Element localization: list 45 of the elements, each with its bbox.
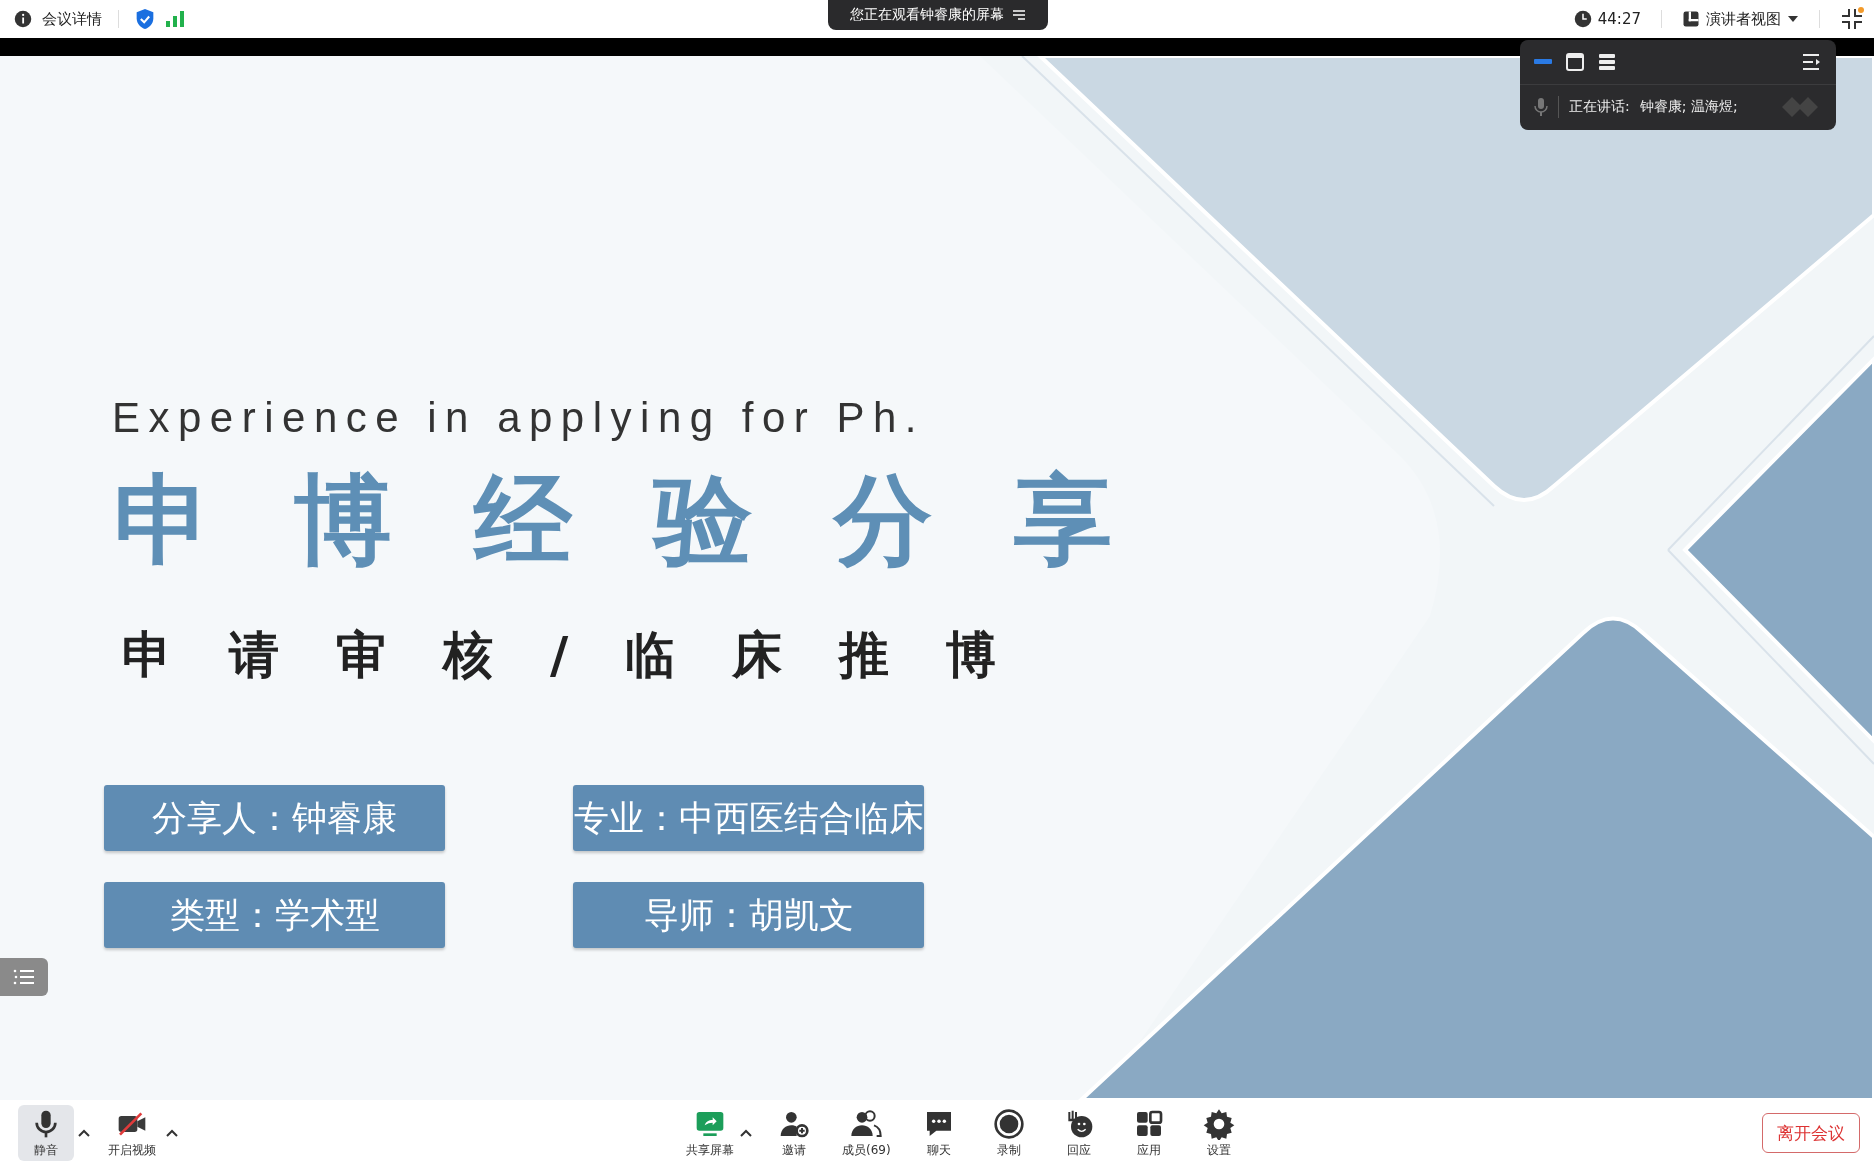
list-view-icon[interactable] <box>1598 53 1616 71</box>
info-label: 类型：学术型 <box>104 882 445 948</box>
speaking-label: 正在讲话: <box>1569 98 1630 116</box>
screen-share-banner[interactable]: 您正在观看钟睿康的屏幕 <box>828 0 1048 30</box>
shield-icon[interactable] <box>135 8 155 30</box>
record-icon <box>992 1107 1025 1140</box>
react-button[interactable]: 回应 <box>1050 1105 1107 1161</box>
apps-button[interactable]: 应用 <box>1120 1105 1177 1161</box>
collapse-panel-icon[interactable] <box>1802 53 1822 71</box>
settings-icon <box>1202 1107 1235 1140</box>
share-button[interactable]: 共享屏幕 <box>680 1105 740 1161</box>
caret-icon[interactable] <box>166 1129 178 1137</box>
outline-button[interactable] <box>0 958 48 996</box>
meeting-timer: 44:27 <box>1597 10 1641 28</box>
video-off-button[interactable]: 开启视频 <box>102 1105 162 1161</box>
minimize-icon[interactable] <box>1534 59 1552 65</box>
invite-button[interactable]: 邀请 <box>766 1105 822 1161</box>
chat-button[interactable]: 聊天 <box>910 1105 967 1161</box>
signal-icon[interactable] <box>165 10 185 28</box>
exit-fullscreen-icon[interactable] <box>1840 7 1864 31</box>
record-button[interactable]: 录制 <box>980 1105 1037 1161</box>
list-icon <box>13 969 35 985</box>
info-label: 导师：胡凯文 <box>573 882 924 948</box>
speaker-names: 钟睿康; 温海煜; <box>1639 98 1738 116</box>
people-icon <box>850 1107 883 1140</box>
slide-subtitle: Experience in applying for Ph. <box>112 394 926 442</box>
caret-icon[interactable] <box>740 1129 752 1137</box>
meeting-info-link[interactable]: 会议详情 <box>42 9 102 29</box>
settings-button[interactable]: 设置 <box>1190 1105 1247 1161</box>
members-button[interactable]: 成员(69) <box>836 1105 897 1161</box>
caret-icon[interactable] <box>78 1129 90 1137</box>
menu-icon[interactable] <box>1012 9 1026 21</box>
info-icon <box>14 10 32 28</box>
clock-icon <box>1573 10 1592 28</box>
dropdown-arrow-icon <box>1787 15 1799 23</box>
mic-button[interactable]: 静音 <box>18 1105 74 1161</box>
slide-tagline: 申请审核/临床推博 <box>122 625 1055 686</box>
microphone-icon <box>1534 97 1548 117</box>
info-label: 分享人：钟睿康 <box>104 785 445 851</box>
window-icon[interactable] <box>1566 53 1584 71</box>
slide-title: 申博经验分享 <box>114 462 1195 579</box>
view-mode-dropdown[interactable]: 演讲者视图 <box>1682 9 1799 29</box>
info-label: 专业：中西医结合临床 <box>573 785 924 851</box>
layout-icon <box>1682 10 1700 28</box>
leave-meeting-button[interactable]: 离开会议 <box>1762 1113 1860 1153</box>
